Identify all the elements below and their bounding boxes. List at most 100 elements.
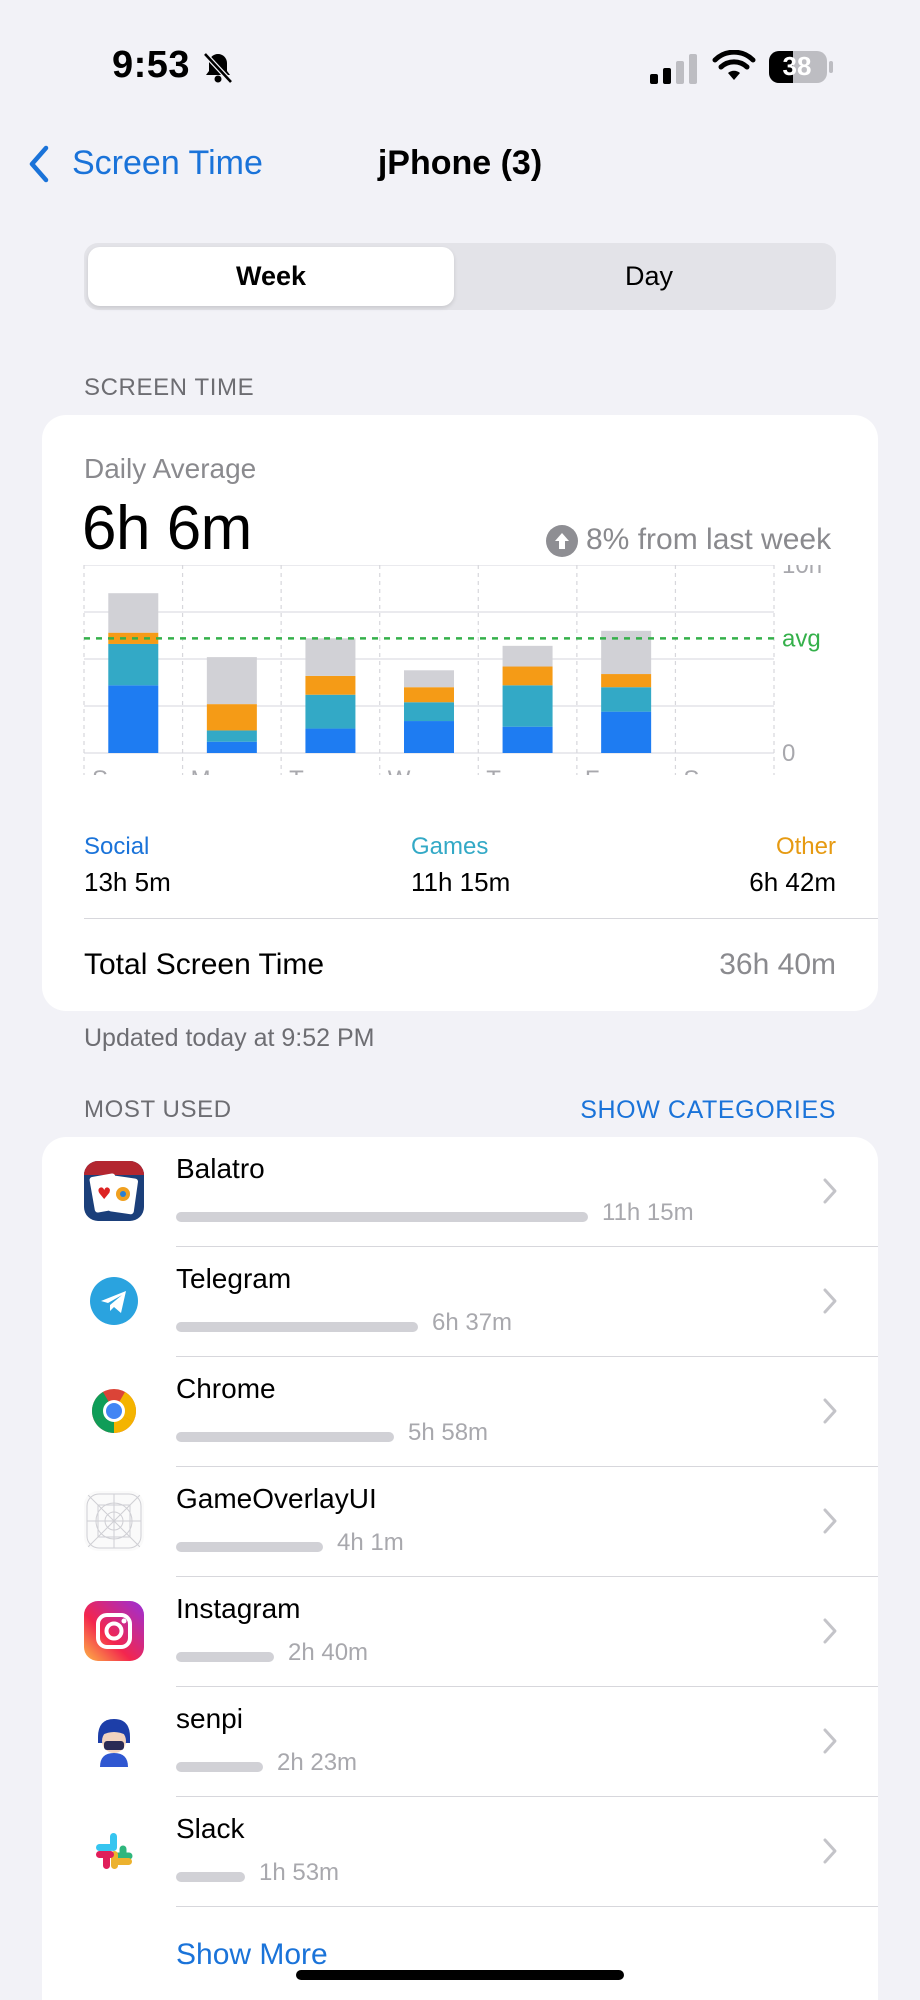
bar-other-1 (206, 704, 257, 731)
bar-uncategorized-2 (305, 638, 356, 676)
divider (84, 918, 878, 919)
usage-bar (176, 1322, 418, 1332)
x-tick-label: S (92, 766, 108, 775)
cellular-signal-icon (650, 54, 697, 84)
app-name: GameOverlayUI (176, 1483, 377, 1514)
bar-other-3 (404, 687, 454, 703)
bar-social-0 (108, 685, 159, 753)
legend-games-value: 11h 15m (411, 867, 511, 897)
bar-social-3 (404, 721, 454, 753)
app-row-balatro[interactable]: ♥ Balatro 11h 15m (42, 1137, 878, 1247)
back-button[interactable]: Screen Time (72, 144, 263, 183)
placeholder-app-icon (84, 1491, 144, 1551)
chrome-icon (84, 1381, 144, 1441)
show-more-button[interactable]: Show More (176, 1938, 328, 1972)
app-name: Telegram (176, 1263, 292, 1294)
trend-text: 8% from last week (586, 523, 832, 556)
status-time: 9:53 (112, 44, 191, 86)
bar-games-4 (502, 685, 553, 727)
daily-average-value: 6h 6m (82, 494, 252, 563)
app-name: Instagram (176, 1593, 301, 1624)
bell-slash-icon (203, 52, 233, 84)
usage-time: 2h 23m (277, 1749, 358, 1776)
chevron-right-icon (823, 1728, 837, 1754)
x-tick-label: F (585, 766, 600, 775)
total-screen-time-value: 36h 40m (719, 948, 836, 981)
page-title: jPhone (3) (377, 144, 543, 182)
x-tick-label: S (683, 766, 699, 775)
chevron-right-icon (823, 1178, 837, 1204)
battery-icon: 38 (768, 50, 834, 84)
usage-time: 6h 37m (432, 1309, 513, 1336)
instagram-icon (84, 1601, 144, 1661)
daily-average-label: Daily Average (84, 453, 257, 484)
balatro-icon: ♥ (84, 1161, 144, 1221)
bar-games-1 (206, 730, 257, 742)
bar-other-4 (502, 666, 553, 686)
battery-level: 38 (782, 51, 812, 81)
usage-bar (176, 1652, 274, 1662)
app-name: Balatro (176, 1153, 265, 1184)
usage-bar-chart: S M T W T F S 10h avg 0 (83, 565, 822, 775)
most-used-header: MOST USED (84, 1096, 232, 1123)
bar-uncategorized-3 (404, 670, 454, 688)
usage-time: 1h 53m (259, 1859, 340, 1886)
x-tick-label: W (388, 766, 411, 775)
app-name: Slack (176, 1813, 245, 1844)
tab-week[interactable]: Week (88, 247, 454, 306)
y-tick-label: 0 (782, 740, 795, 767)
chevron-right-icon (823, 1838, 837, 1864)
chevron-right-icon (823, 1618, 837, 1644)
app-row-senpi[interactable]: senpi 2h 23m (42, 1687, 878, 1797)
chevron-left-icon[interactable] (24, 142, 54, 186)
bar-uncategorized-1 (206, 657, 257, 705)
legend-other-value: 6h 42m (749, 867, 836, 897)
divider (176, 1906, 878, 1907)
usage-bar (176, 1762, 263, 1772)
tab-day[interactable]: Day (466, 247, 832, 306)
usage-bar (176, 1872, 245, 1882)
app-row-instagram[interactable]: Instagram 2h 40m (42, 1577, 878, 1687)
telegram-icon (84, 1271, 144, 1331)
bar-other-2 (305, 675, 356, 695)
chevron-right-icon (823, 1288, 837, 1314)
total-screen-time-label: Total Screen Time (84, 948, 325, 981)
app-row-gameoverlayui[interactable]: GameOverlayUI 4h 1m (42, 1467, 878, 1577)
senpi-icon (84, 1711, 144, 1771)
bar-games-3 (404, 702, 454, 722)
wifi-icon (712, 50, 756, 80)
x-tick-label: T (486, 766, 501, 775)
app-row-telegram[interactable]: Telegram 6h 37m (42, 1247, 878, 1357)
arrow-up-circle-icon (546, 525, 578, 557)
legend-games-label: Games (411, 833, 489, 860)
bar-uncategorized-4 (502, 645, 553, 667)
screen-time-header: SCREEN TIME (84, 374, 255, 401)
bar-games-0 (108, 643, 159, 686)
bar-other-5 (601, 674, 652, 688)
legend-social-label: Social (84, 833, 150, 860)
legend-social-value: 13h 5m (84, 867, 171, 897)
bar-social-4 (502, 726, 553, 753)
y-tick-label: 10h (782, 565, 822, 579)
bar-games-2 (305, 694, 356, 729)
y-tick-label-avg: avg (782, 625, 821, 652)
usage-bar (176, 1212, 588, 1222)
app-name: senpi (176, 1703, 243, 1734)
screen-time-card: Daily Average 6h 6m 8% from last week S M… (42, 415, 878, 1011)
app-name: Chrome (176, 1373, 276, 1404)
slack-icon (84, 1821, 144, 1881)
bar-games-5 (601, 687, 652, 712)
app-row-slack[interactable]: Slack 1h 53m (42, 1797, 878, 1907)
updated-text: Updated today at 9:52 PM (84, 1024, 375, 1052)
show-categories-button[interactable]: SHOW CATEGORIES (580, 1096, 836, 1125)
chevron-right-icon (823, 1508, 837, 1534)
usage-time: 4h 1m (337, 1529, 404, 1556)
x-tick-label: M (191, 766, 211, 775)
usage-bar (176, 1542, 323, 1552)
bar-social-2 (305, 728, 356, 753)
usage-time: 11h 15m (602, 1199, 694, 1226)
usage-time: 5h 58m (408, 1419, 489, 1446)
bar-uncategorized-0 (108, 593, 159, 633)
app-row-chrome[interactable]: Chrome 5h 58m (42, 1357, 878, 1467)
x-tick-label: T (289, 766, 304, 775)
